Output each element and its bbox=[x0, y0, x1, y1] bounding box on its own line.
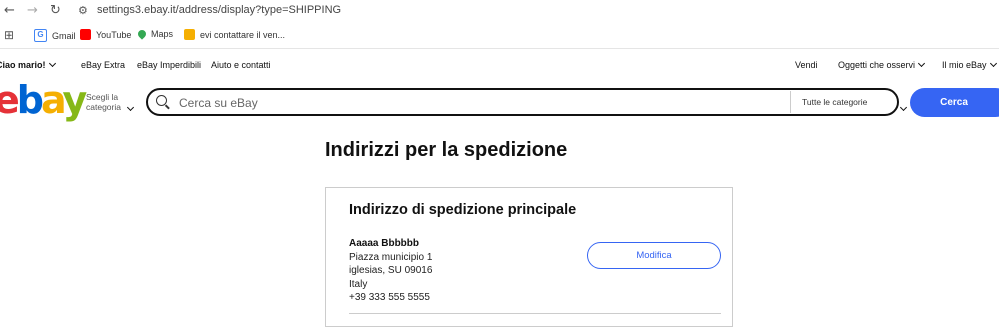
maps-icon bbox=[136, 28, 148, 40]
youtube-icon bbox=[80, 29, 91, 40]
search-button[interactable]: Cerca bbox=[910, 88, 999, 117]
reload-icon[interactable]: ↻ bbox=[50, 3, 61, 18]
watchlist-label: Oggetti che osservi bbox=[838, 60, 916, 70]
edit-address-button[interactable]: Modifica bbox=[587, 242, 721, 269]
category-picker-line: Scegli la bbox=[86, 92, 119, 102]
bookmark-youtube[interactable]: YouTube bbox=[80, 29, 131, 40]
phone-line: +39 333 555 5555 bbox=[349, 292, 430, 303]
bookmark-label: Gmail bbox=[52, 30, 76, 41]
category-select[interactable]: Tutte le categorie bbox=[802, 97, 867, 107]
chevron-down-icon bbox=[48, 59, 56, 68]
address-bar[interactable]: settings3.ebay.it/address/display?type=S… bbox=[97, 4, 341, 16]
logo-letter: b bbox=[16, 78, 44, 122]
chevron-down-icon bbox=[989, 59, 997, 68]
back-icon[interactable]: ← bbox=[4, 3, 15, 18]
bookmark-label: YouTube bbox=[96, 29, 132, 40]
chrome-divider bbox=[0, 48, 999, 49]
forward-icon[interactable]: → bbox=[27, 3, 38, 18]
bookmark-label: evi contattare il ven... bbox=[200, 29, 286, 40]
search-input[interactable] bbox=[177, 92, 781, 114]
search-icon bbox=[156, 95, 167, 106]
search-divider bbox=[790, 91, 791, 113]
page-title: Indirizzi per la spedizione bbox=[325, 139, 568, 161]
bookmark-gmail[interactable]: G Gmail bbox=[34, 29, 76, 42]
nav-link-vendi[interactable]: Vendi bbox=[795, 60, 818, 70]
logo-letter: e bbox=[0, 78, 20, 122]
nav-link-imperdibili[interactable]: eBay Imperdibili bbox=[137, 60, 201, 70]
ebay-logo[interactable]: ebay bbox=[0, 78, 87, 122]
address-line: Piazza municipio 1 bbox=[349, 251, 433, 263]
category-picker[interactable]: Scegli la categoria bbox=[86, 92, 121, 112]
card-title: Indirizzo di spedizione principale bbox=[349, 202, 577, 218]
chevron-down-icon bbox=[900, 103, 908, 112]
bag-icon bbox=[184, 29, 195, 40]
my-ebay-label: Il mio eBay bbox=[942, 60, 987, 70]
nav-link-ebay-extra[interactable]: eBay Extra bbox=[81, 60, 125, 70]
card-divider bbox=[349, 313, 721, 314]
bookmark-maps[interactable]: Maps bbox=[136, 28, 174, 40]
gmail-icon: G bbox=[34, 29, 47, 42]
address-block: Aaaaa Bbbbbb Piazza municipio 1 iglesias… bbox=[349, 237, 432, 305]
greeting-label: Ciao mario! bbox=[0, 60, 46, 70]
nav-link-aiuto[interactable]: Aiuto e contatti bbox=[211, 60, 271, 70]
my-ebay-menu[interactable]: Il mio eBay bbox=[942, 59, 997, 70]
chevron-down-icon bbox=[918, 59, 926, 68]
address-line: Italy bbox=[349, 278, 368, 290]
greeting-menu[interactable]: Ciao mario! bbox=[0, 59, 56, 70]
recipient-name: Aaaaa Bbbbbb bbox=[349, 238, 420, 249]
site-settings-icon[interactable]: ⚙ bbox=[78, 4, 88, 17]
chevron-down-icon bbox=[126, 103, 135, 112]
watchlist-menu[interactable]: Oggetti che osservi bbox=[838, 59, 926, 70]
bookmark-label: Maps bbox=[151, 29, 174, 39]
logo-letter: a bbox=[40, 78, 66, 122]
address-line: iglesias, SU 09016 bbox=[349, 265, 433, 276]
bookmark-ebay-contact[interactable]: evi contattare il ven... bbox=[184, 29, 285, 40]
category-picker-line: categoria bbox=[86, 102, 121, 112]
apps-grid-icon[interactable]: ⊞ bbox=[4, 28, 14, 42]
logo-letter: y bbox=[62, 78, 87, 122]
